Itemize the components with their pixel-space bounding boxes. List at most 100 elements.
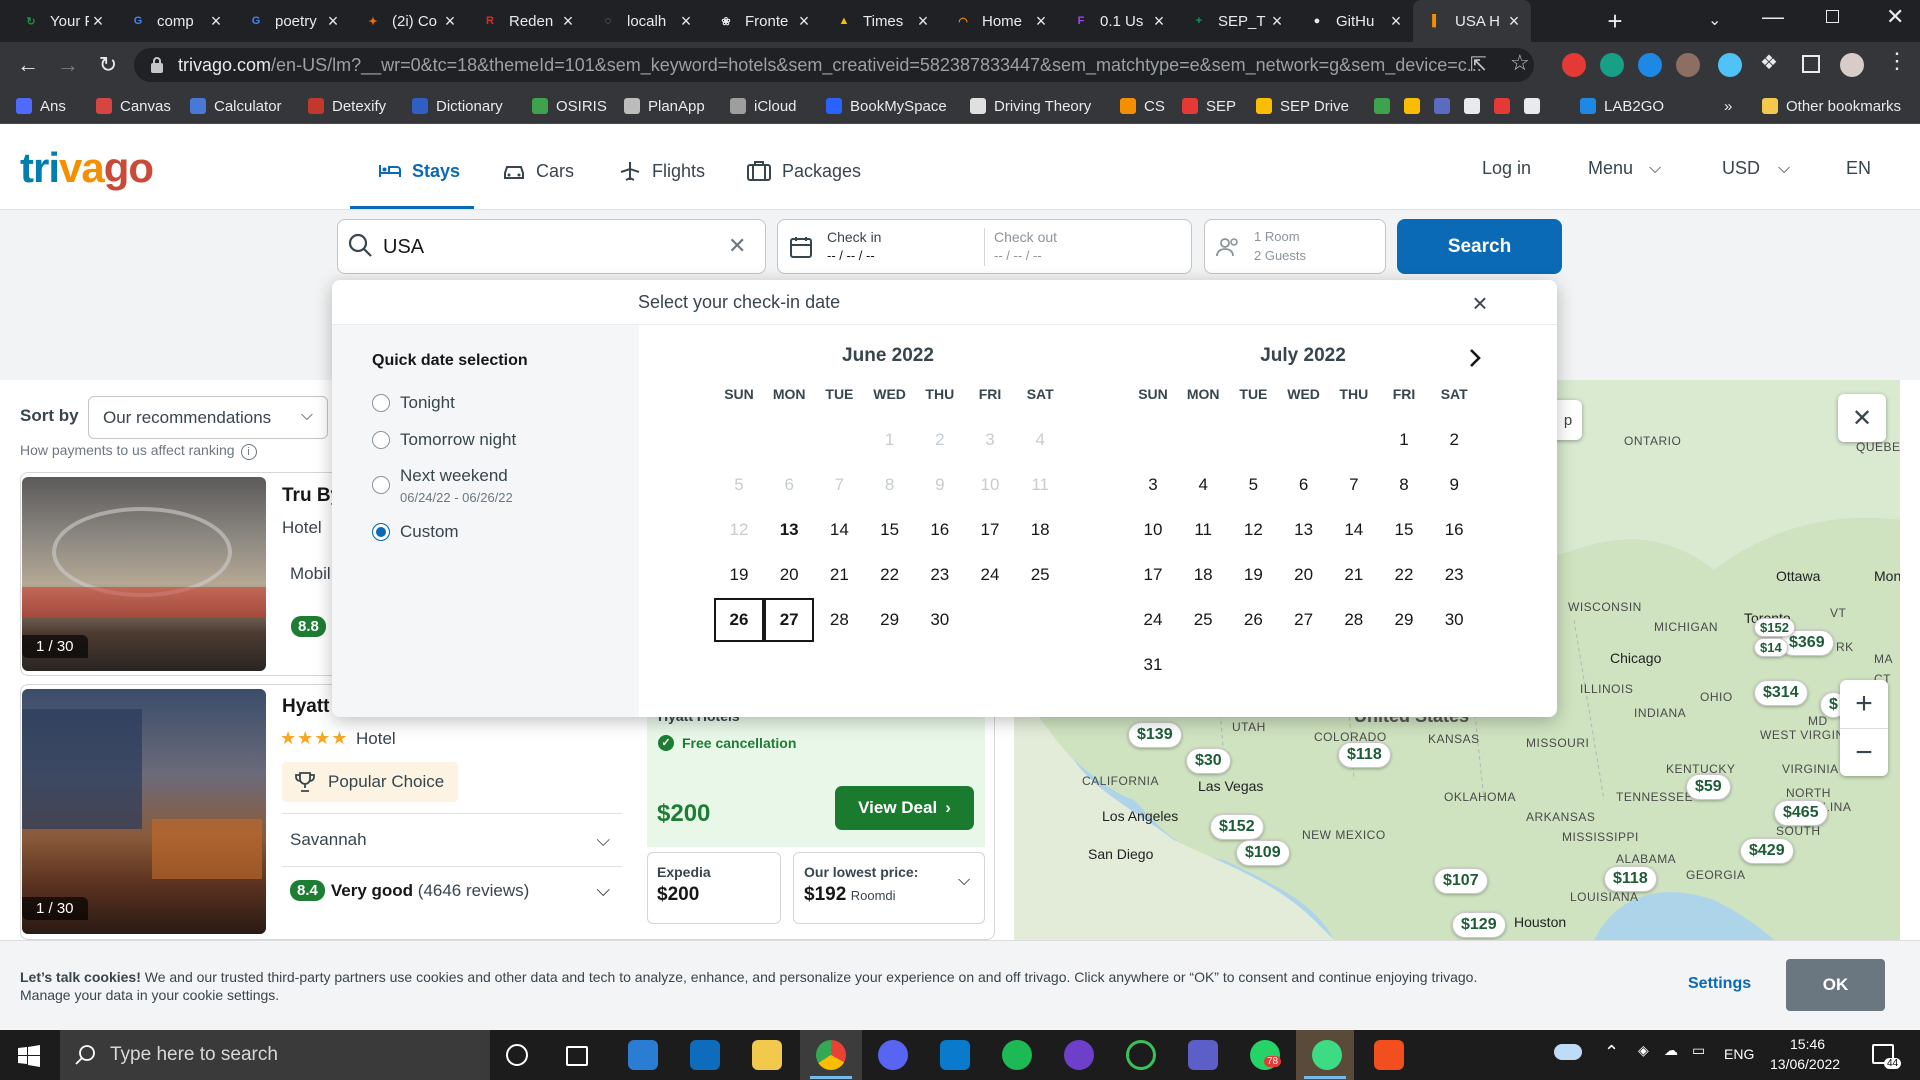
task-view-icon[interactable] — [566, 1046, 588, 1066]
price-pin[interactable]: $109 — [1236, 840, 1290, 866]
calendar-day[interactable]: 5 — [1228, 463, 1278, 507]
calendar-day[interactable]: 19 — [1228, 553, 1278, 597]
tab-close-icon[interactable]: × — [1268, 11, 1286, 32]
calendar-app-icon[interactable] — [628, 1040, 658, 1070]
extensions-puzzle-icon[interactable]: ❖ — [1760, 50, 1778, 75]
tab-close-icon[interactable]: × — [1387, 11, 1405, 32]
price-pin[interactable]: $139 — [1128, 722, 1182, 748]
calendar-day[interactable]: 13 — [1279, 508, 1329, 552]
calendar-day[interactable]: 20 — [764, 553, 814, 597]
android-studio-icon[interactable] — [1312, 1040, 1342, 1070]
tray-overflow-icon[interactable]: ⌃ — [1604, 1042, 1619, 1063]
windows-start-icon[interactable] — [18, 1045, 40, 1067]
browser-tab[interactable]: ❀ Fronte × — [703, 0, 821, 42]
trivago-logo[interactable]: trivago — [20, 144, 154, 192]
price-pin[interactable]: $59 — [1686, 774, 1731, 800]
other-bookmarks-folder[interactable]: Other bookmarks — [1762, 88, 1901, 124]
browser-tab[interactable]: ▲ Times × — [821, 0, 940, 42]
calendar-day[interactable]: 14 — [1329, 508, 1379, 552]
tab-packages[interactable]: Packages — [746, 154, 861, 188]
calendar-day[interactable]: 23 — [1429, 553, 1479, 597]
calendar-day[interactable]: 3 — [1128, 463, 1178, 507]
address-bar[interactable]: trivago.com/en-US/lm?__wr=0&tc=18&themeI… — [134, 48, 1534, 82]
calendar-day[interactable]: 25 — [1178, 598, 1228, 642]
calendar-day[interactable]: 11 — [1178, 508, 1228, 552]
profile-avatar[interactable] — [1840, 53, 1864, 77]
cortana-icon[interactable] — [506, 1044, 528, 1066]
calendar-day[interactable]: 21 — [1329, 553, 1379, 597]
calendar-day[interactable]: 18 — [1015, 508, 1065, 552]
quick-option-custom[interactable]: Custom — [372, 522, 459, 542]
bookmark-icon-only[interactable] — [1464, 88, 1488, 124]
bookmark-item[interactable]: Dictionary — [412, 88, 503, 124]
calendar-day[interactable]: 17 — [1128, 553, 1178, 597]
close-icon[interactable]: × — [1466, 288, 1494, 319]
price-pin[interactable]: $14 — [1754, 638, 1788, 657]
quick-option-next-weekend[interactable]: Next weekend 06/24/22 - 06/26/22 — [372, 466, 513, 505]
tab-close-icon[interactable]: × — [207, 11, 225, 32]
quick-option-tomorrow[interactable]: Tomorrow night — [372, 430, 516, 450]
bookmark-icon-only[interactable] — [1494, 88, 1518, 124]
calendar-day[interactable]: 17 — [965, 508, 1015, 552]
tab-stays[interactable]: Stays — [378, 154, 460, 188]
calendar-day[interactable]: 2 — [1429, 418, 1479, 462]
radio-button[interactable] — [372, 394, 390, 412]
search-button[interactable]: Search — [1397, 219, 1562, 274]
onedrive-icon[interactable] — [1554, 1044, 1582, 1060]
rating-row[interactable]: 8.4 Very good (4646 reviews) ⌵ — [290, 880, 610, 901]
bookmark-item[interactable]: OSIRIS — [532, 88, 607, 124]
hotel-name[interactable]: Hyatt — [282, 696, 330, 718]
bookmark-item[interactable]: iCloud — [730, 88, 797, 124]
location-row[interactable]: Savannah ⌵ — [290, 830, 610, 850]
chevron-right-icon[interactable] — [1462, 345, 1488, 371]
calendar-day[interactable]: 10 — [1128, 508, 1178, 552]
calendar-day[interactable]: 29 — [1379, 598, 1429, 642]
tab-close-icon[interactable]: × — [559, 11, 577, 32]
tab-close-icon[interactable]: × — [1032, 11, 1050, 32]
bookmark-item[interactable]: SEP — [1182, 88, 1236, 124]
tab-flights[interactable]: Flights — [618, 154, 705, 188]
calendar-day[interactable]: 26 — [714, 598, 764, 642]
extension-icon-3[interactable] — [1638, 53, 1662, 77]
clock-date[interactable]: 13/06/2022 — [1770, 1056, 1840, 1072]
bookmark-item[interactable]: Canvas — [96, 88, 171, 124]
browser-tab[interactable]: ◠ Home × — [940, 0, 1058, 42]
bookmark-item[interactable]: LAB2GO — [1580, 88, 1664, 124]
currency-selector[interactable]: USD ⌵ — [1722, 158, 1790, 179]
radio-button[interactable] — [372, 476, 390, 494]
calendar-day[interactable]: 22 — [865, 553, 915, 597]
language-selector[interactable]: EN — [1846, 158, 1871, 179]
price-pin[interactable]: $152 — [1754, 618, 1795, 637]
calendar-day[interactable]: 15 — [865, 508, 915, 552]
spotify-icon[interactable] — [1002, 1040, 1032, 1070]
extension-icon-1[interactable] — [1562, 53, 1586, 77]
calendar-day[interactable]: 9 — [1429, 463, 1479, 507]
menu-button[interactable]: Menu ⌵ — [1588, 158, 1661, 179]
browser-tab[interactable]: Gcomp × — [115, 0, 233, 42]
browser-tab[interactable]: R Reden × — [467, 0, 585, 42]
calendar-day[interactable]: 27 — [1279, 598, 1329, 642]
window-close-button[interactable]: ✕ — [1886, 4, 1904, 30]
quick-option-tonight[interactable]: Tonight — [372, 393, 455, 413]
radio-button[interactable] — [372, 431, 390, 449]
discord-icon[interactable] — [878, 1040, 908, 1070]
restore-button[interactable] — [1826, 10, 1839, 23]
calendar-day[interactable]: 12 — [1228, 508, 1278, 552]
tab-close-icon[interactable]: × — [1150, 11, 1168, 32]
vscode-icon[interactable] — [940, 1040, 970, 1070]
calendar-day[interactable]: 16 — [1429, 508, 1479, 552]
calendar-day[interactable]: 8 — [1379, 463, 1429, 507]
calendar-day[interactable]: 30 — [915, 598, 965, 642]
calendar-day[interactable]: 19 — [714, 553, 764, 597]
price-pin[interactable]: $30 — [1186, 748, 1231, 774]
calendar-day[interactable]: 22 — [1379, 553, 1429, 597]
bookmark-icon-only[interactable] — [1374, 88, 1398, 124]
bookmark-item[interactable]: Detexify — [308, 88, 386, 124]
browser-tab[interactable]: ↻ Your P× — [8, 0, 115, 42]
browser-tab[interactable]: ✦ (2i) Co × — [350, 0, 467, 42]
price-pin[interactable]: $429 — [1740, 838, 1794, 864]
extension-icon-2[interactable] — [1600, 53, 1624, 77]
price-pin[interactable]: $118 — [1338, 742, 1391, 768]
minimize-button[interactable]: — — [1762, 4, 1784, 30]
side-panel-icon[interactable] — [1802, 55, 1820, 73]
